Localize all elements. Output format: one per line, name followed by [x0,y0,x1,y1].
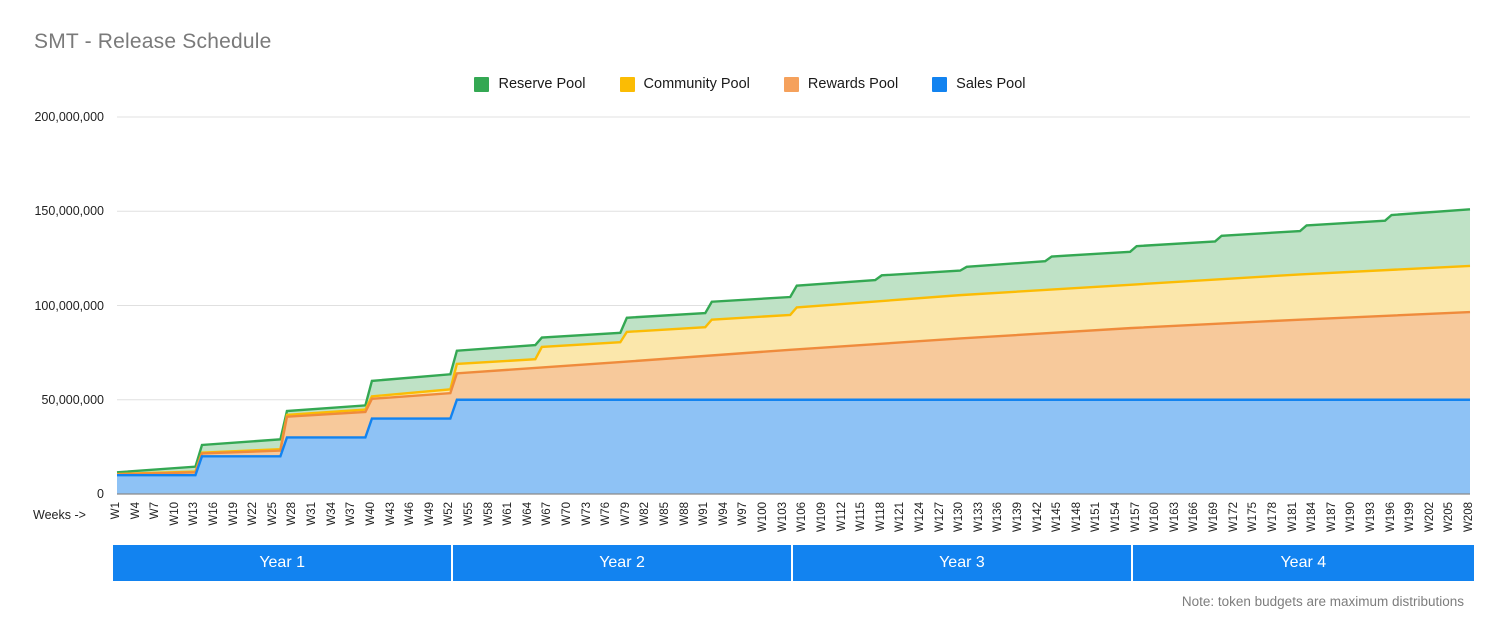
x-axis-tick-label: W178 [1266,502,1279,533]
x-axis-tick-label: W142 [1031,502,1044,533]
x-axis-tick-label: W181 [1286,502,1299,533]
x-axis-tick-label: W85 [659,502,672,526]
x-axis-tick-label: W151 [1090,502,1103,533]
y-axis-tick-label: 0 [97,487,104,501]
x-axis-tick-label: W61 [502,502,515,526]
plot-area: 200,000,000 150,000,000 100,000,000 50,000,… [0,0,1500,623]
x-axis-tick-label: W70 [561,502,573,526]
year-band-3: Year 3 [792,545,1135,581]
x-axis-tick-label: W22 [247,502,260,526]
x-axis-tick-label: W202 [1423,502,1436,533]
x-axis-tick-label: W121 [894,502,907,533]
x-axis-tick-label: W109 [815,502,828,533]
x-axis-tick-label: W169 [1208,502,1221,533]
x-axis-tick-label: W172 [1227,502,1240,533]
x-axis-tick-label: W130 [953,502,966,533]
x-axis-tick-label: W13 [188,502,201,526]
x-axis-tick-label: W112 [835,502,848,532]
x-axis-tick-label: W148 [1070,502,1083,533]
x-axis-tick-label: W28 [286,502,299,526]
x-axis-tick-label: W91 [698,502,711,526]
x-axis-tick-label: W43 [384,502,397,526]
year-band-label: Year 4 [1280,554,1327,571]
x-axis-tick-label: W82 [639,502,652,526]
x-axis-tick-label: W187 [1325,502,1338,533]
x-axis-tick-label: W34 [325,502,338,526]
x-axis-tick-label: W55 [462,502,475,526]
x-axis-tick-label: W16 [208,502,221,526]
x-axis-tick-label: W175 [1247,502,1260,533]
x-axis-tick-label: W49 [423,502,436,526]
x-axis-tick-label: W133 [972,502,985,533]
x-axis-tick-label: W97 [737,502,750,526]
year-band-2: Year 2 [452,545,795,581]
x-axis-tick-label: W127 [933,502,946,533]
x-axis-tick-label: W118 [874,502,887,532]
x-axis-tick-label: W58 [482,502,495,526]
x-axis-tick-label: W46 [404,502,417,526]
x-axis-tick-label: W208 [1463,502,1475,533]
x-axis-tick-label: W157 [1129,502,1142,533]
x-axis-tick-label: W145 [1051,502,1064,533]
x-axis-tick-label: W139 [1012,502,1024,533]
year-band-label: Year 2 [599,554,645,571]
y-axis-tick-label: 150,000,000 [34,204,104,219]
x-axis-tick-label: W19 [227,502,240,526]
x-axis-tick-label: W154 [1110,502,1123,533]
x-axis-tick-label: W193 [1364,502,1377,533]
x-axis-tick-label: W88 [678,502,691,526]
x-axis-tick-label: W124 [913,502,926,533]
x-axis-tick-label: W103 [776,502,789,533]
year-band-4: Year 4 [1132,545,1474,581]
year-band-label: Year 3 [939,554,985,571]
x-axis-tick-label: W37 [345,502,358,526]
x-axis-tick-label: W160 [1149,502,1162,533]
x-axis-tick-label: W40 [364,502,377,526]
y-axis-tick-label: 200,000,000 [34,110,104,124]
year-band-1: Year 1 [113,545,455,581]
x-axis-tick-label: W31 [306,502,319,526]
x-axis-tick-label: W4 [129,502,142,520]
x-axis-tick-label: W166 [1188,502,1201,533]
x-axis-tick-label: W67 [541,502,554,526]
x-axis-tick-label: W106 [796,502,809,533]
x-axis-tick-label: W100 [757,502,770,533]
x-axis-tick-label: W205 [1443,502,1456,533]
x-axis-tick-label: W184 [1306,502,1319,533]
x-axis-tick-label: W7 [149,502,162,520]
x-axis-tick-label: W94 [717,502,730,526]
x-axis-tick-label: W79 [619,502,632,526]
year-band-label: Year 1 [259,554,305,571]
x-axis-tick-label: W115 [855,502,868,532]
x-axis-tick-label: W163 [1168,502,1181,533]
y-axis-tick-label: 50,000,000 [41,392,104,407]
x-axis-caption: Weeks -> [33,508,86,522]
x-axis-tick-label: W199 [1404,502,1417,533]
chart-footnote: Note: token budgets are maximum distribu… [1181,594,1464,609]
y-axis-tick-label: 100,000,000 [34,298,104,313]
x-axis-tick-label: W1 [110,502,122,520]
x-axis-tick-label: W10 [168,502,181,526]
x-axis-tick-label: W196 [1384,502,1397,533]
x-axis-tick-label: W52 [443,502,456,526]
x-axis-tick-label: W76 [600,502,613,526]
chart-container: SMT - Release Schedule Reserve Pool Commu… [0,0,1500,623]
x-axis-tick-label: W73 [580,502,593,526]
x-axis-tick-label: W136 [992,502,1005,533]
x-axis-tick-label: W190 [1345,502,1358,533]
x-axis-tick-label: W25 [266,502,279,526]
x-axis-tick-label: W64 [521,502,534,526]
